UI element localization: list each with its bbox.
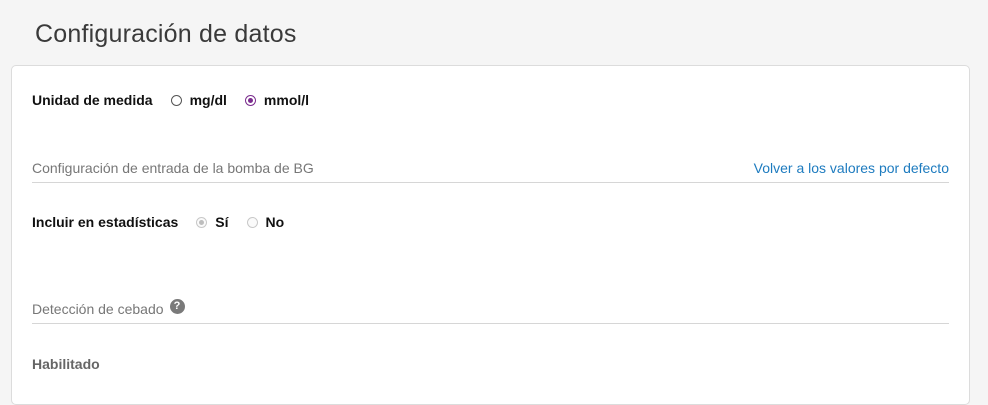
radio-si-circle[interactable] [196, 216, 208, 228]
radio-si[interactable]: Sí [196, 214, 229, 230]
stats-row: Incluir en estadísticas Sí No [32, 214, 949, 230]
question-circle-icon[interactable]: ? [169, 298, 185, 314]
bg-section-title: Configuración de entrada de la bomba de … [32, 160, 314, 176]
radio-mmoll-circle[interactable] [244, 94, 256, 106]
radio-si-label[interactable]: Sí [215, 214, 228, 230]
radio-no-label[interactable]: No [266, 214, 285, 230]
radio-mgdl-circle[interactable] [170, 94, 182, 106]
radio-mmoll[interactable]: mmol/l [244, 92, 309, 108]
enabled-label: Habilitado [32, 356, 100, 372]
data-settings-card: Unidad de medida mg/dl mmol/l Configurac… [11, 65, 970, 405]
radio-mgdl[interactable]: mg/dl [170, 92, 227, 108]
priming-section-title: Detección de cebado [32, 301, 164, 317]
radio-mmoll-label[interactable]: mmol/l [264, 92, 309, 108]
radio-no-circle[interactable] [246, 216, 258, 228]
reset-defaults-link[interactable]: Volver a los valores por defecto [754, 160, 949, 176]
priming-section-title-wrap: Detección de cebado ? [32, 298, 185, 317]
stats-label: Incluir en estadísticas [32, 214, 179, 230]
units-label: Unidad de medida [32, 92, 153, 108]
page-title: Configuración de datos [35, 20, 297, 48]
bg-section-header: Configuración de entrada de la bomba de … [32, 154, 949, 183]
enabled-row: Habilitado [32, 356, 949, 372]
radio-mgdl-label[interactable]: mg/dl [190, 92, 227, 108]
units-row: Unidad de medida mg/dl mmol/l [32, 92, 949, 108]
radio-no[interactable]: No [246, 214, 285, 230]
priming-section-header: Detección de cebado ? [32, 295, 949, 324]
